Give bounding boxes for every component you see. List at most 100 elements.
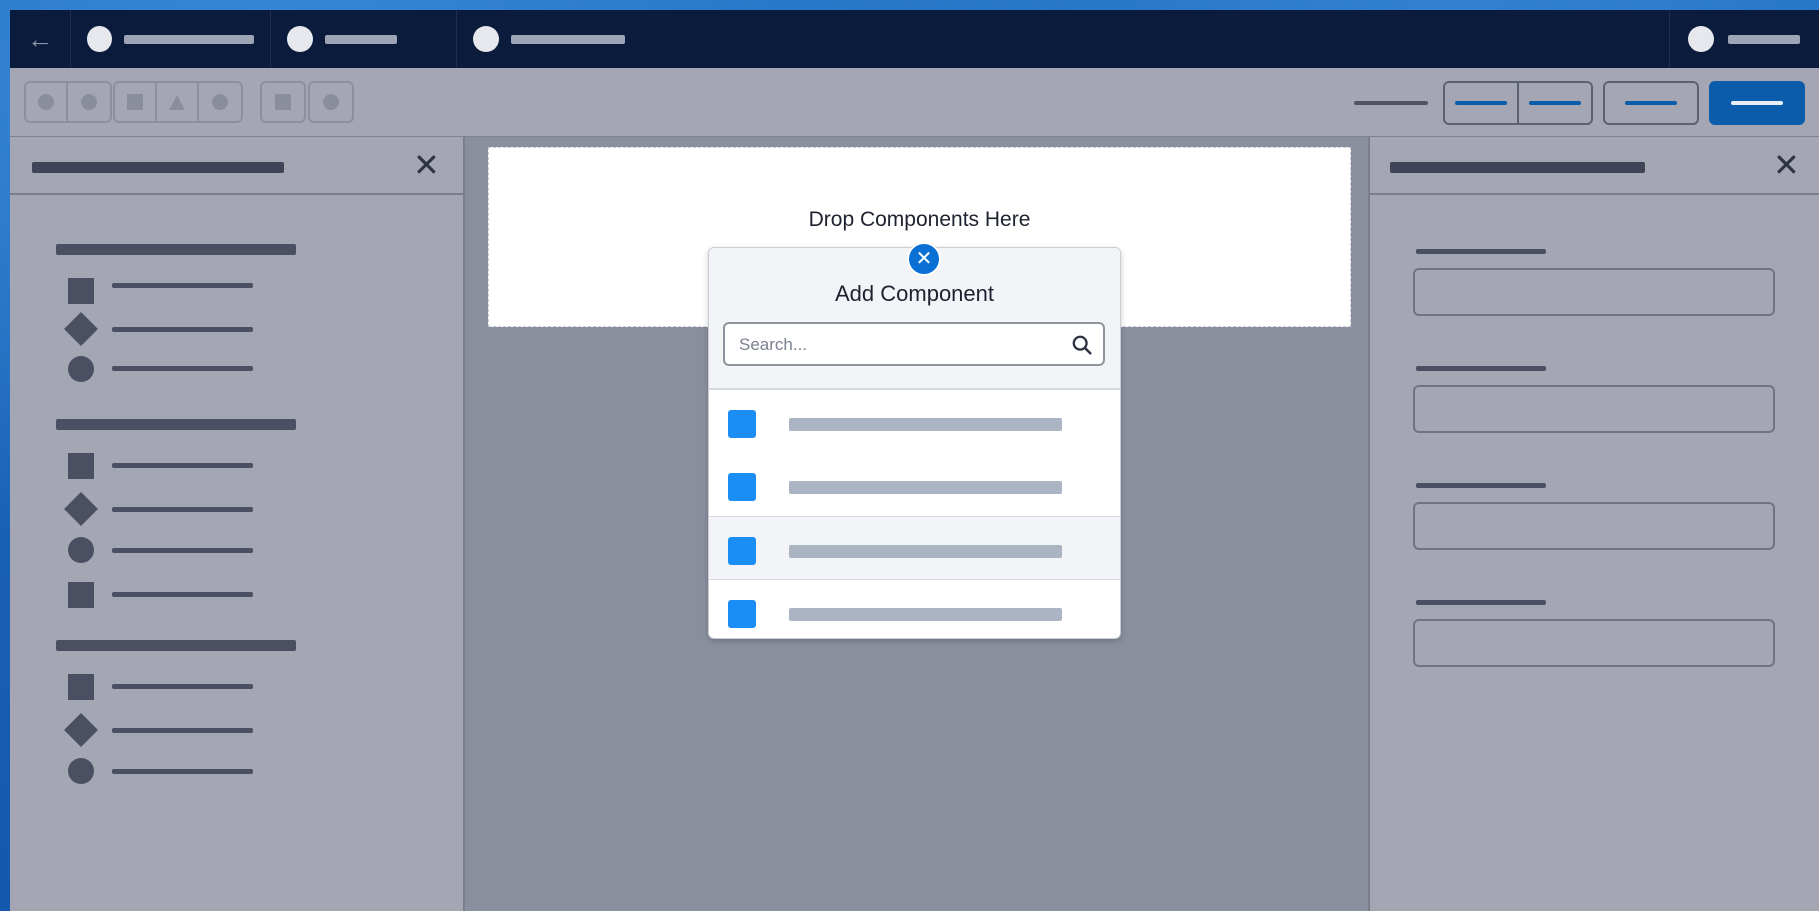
- component-label-placeholder[interactable]: [112, 769, 253, 774]
- square-icon: [275, 94, 291, 110]
- toolbar-toggle-button[interactable]: [1519, 83, 1591, 123]
- square-icon[interactable]: [68, 582, 94, 608]
- toolbar-button-group: [1443, 81, 1593, 125]
- toolbar-button[interactable]: [26, 83, 68, 121]
- square-icon: [127, 94, 143, 110]
- toolbar-group-1: [24, 81, 112, 123]
- toolbar-group-2: [113, 81, 243, 123]
- component-name-placeholder: [789, 608, 1062, 621]
- component-label-placeholder[interactable]: [112, 548, 253, 553]
- close-icon[interactable]: ✕: [413, 149, 440, 181]
- tab-label-placeholder: [123, 34, 254, 44]
- toolbar-status-placeholder: [1354, 101, 1428, 105]
- component-label-placeholder[interactable]: [112, 327, 253, 332]
- button-label-placeholder: [1625, 101, 1677, 105]
- nav-tab-3[interactable]: [457, 10, 657, 68]
- panel-title-placeholder: [32, 162, 284, 173]
- field-label-placeholder: [1416, 483, 1546, 488]
- toolbar-button[interactable]: [157, 83, 199, 121]
- button-label-placeholder: [1529, 101, 1581, 105]
- property-field[interactable]: [1413, 619, 1775, 667]
- section-heading-placeholder: [56, 244, 296, 255]
- toolbar-button[interactable]: [199, 83, 241, 121]
- tab-icon: [287, 26, 313, 52]
- add-component-popover: Add Component: [708, 247, 1121, 639]
- triangle-icon: [169, 94, 185, 110]
- field-label-placeholder: [1416, 366, 1546, 371]
- top-nav-bar: ←: [10, 10, 1819, 68]
- toolbar: [10, 68, 1819, 137]
- circle-icon[interactable]: [68, 356, 94, 382]
- property-field[interactable]: [1413, 502, 1775, 550]
- toolbar-group-3: [260, 81, 306, 123]
- search-input[interactable]: [725, 324, 1061, 366]
- toolbar-group-4: [308, 81, 354, 123]
- properties-panel: ✕: [1368, 137, 1819, 911]
- drop-zone-label: Drop Components Here: [808, 208, 1031, 231]
- component-label-placeholder[interactable]: [112, 283, 253, 288]
- toolbar-button[interactable]: [310, 83, 352, 121]
- panel-header: ✕: [10, 137, 463, 195]
- toolbar-button[interactable]: [68, 83, 110, 121]
- property-field[interactable]: [1413, 268, 1775, 316]
- primary-save-button[interactable]: [1709, 81, 1805, 125]
- user-name-placeholder: [1728, 34, 1800, 44]
- search-icon[interactable]: [1071, 334, 1093, 356]
- square-icon[interactable]: [68, 278, 94, 304]
- property-field[interactable]: [1413, 385, 1775, 433]
- field-label-placeholder: [1416, 600, 1546, 605]
- diamond-icon[interactable]: [64, 492, 98, 526]
- components-panel: ✕: [10, 137, 465, 911]
- component-label-placeholder[interactable]: [112, 463, 253, 468]
- close-popover-icon[interactable]: ✕: [907, 242, 941, 276]
- component-label-placeholder[interactable]: [112, 592, 253, 597]
- tab-icon: [87, 26, 112, 52]
- circle-icon[interactable]: [68, 758, 94, 784]
- circle-icon: [212, 94, 228, 110]
- component-label-placeholder[interactable]: [112, 684, 253, 689]
- component-name-placeholder: [789, 418, 1062, 431]
- list-item-hovered[interactable]: [709, 516, 1120, 580]
- toolbar-button[interactable]: [262, 83, 304, 121]
- popover-title: Add Component: [835, 281, 994, 306]
- component-name-placeholder: [789, 545, 1062, 558]
- user-menu[interactable]: [1669, 10, 1819, 68]
- app-builder-window: ← ✕ ✕ Drop Components Here Add Component…: [10, 10, 1819, 911]
- component-name-placeholder: [789, 481, 1062, 494]
- component-icon: [728, 600, 756, 628]
- field-label-placeholder: [1416, 249, 1546, 254]
- close-icon[interactable]: ✕: [1773, 149, 1800, 181]
- diamond-icon[interactable]: [64, 312, 98, 346]
- list-item[interactable]: [709, 580, 1120, 638]
- button-label-placeholder: [1731, 101, 1783, 105]
- panel-title-placeholder: [1390, 162, 1645, 173]
- tab-icon: [473, 26, 499, 52]
- search-field[interactable]: [723, 322, 1105, 366]
- section-heading-placeholder: [56, 419, 296, 430]
- avatar: [1688, 26, 1714, 52]
- circle-icon: [81, 94, 97, 110]
- component-label-placeholder[interactable]: [112, 728, 253, 733]
- component-label-placeholder[interactable]: [112, 366, 253, 371]
- square-icon[interactable]: [68, 453, 94, 479]
- list-item[interactable]: [709, 390, 1120, 453]
- diamond-icon[interactable]: [64, 713, 98, 747]
- list-item[interactable]: [709, 453, 1120, 516]
- toolbar-button[interactable]: [115, 83, 157, 121]
- circle-icon: [323, 94, 339, 110]
- component-label-placeholder[interactable]: [112, 507, 253, 512]
- square-icon[interactable]: [68, 674, 94, 700]
- circle-icon: [38, 94, 54, 110]
- toolbar-toggle-button[interactable]: [1445, 83, 1519, 123]
- back-arrow-icon[interactable]: ←: [10, 10, 71, 68]
- secondary-button[interactable]: [1603, 81, 1699, 125]
- tab-label-placeholder: [325, 34, 397, 44]
- circle-icon[interactable]: [68, 537, 94, 563]
- nav-tab-1[interactable]: [71, 10, 271, 68]
- panel-header: ✕: [1370, 137, 1819, 195]
- section-heading-placeholder: [56, 640, 296, 651]
- button-label-placeholder: [1455, 101, 1507, 105]
- component-icon: [728, 537, 756, 565]
- nav-tab-2[interactable]: [271, 10, 457, 68]
- tab-label-placeholder: [511, 34, 625, 44]
